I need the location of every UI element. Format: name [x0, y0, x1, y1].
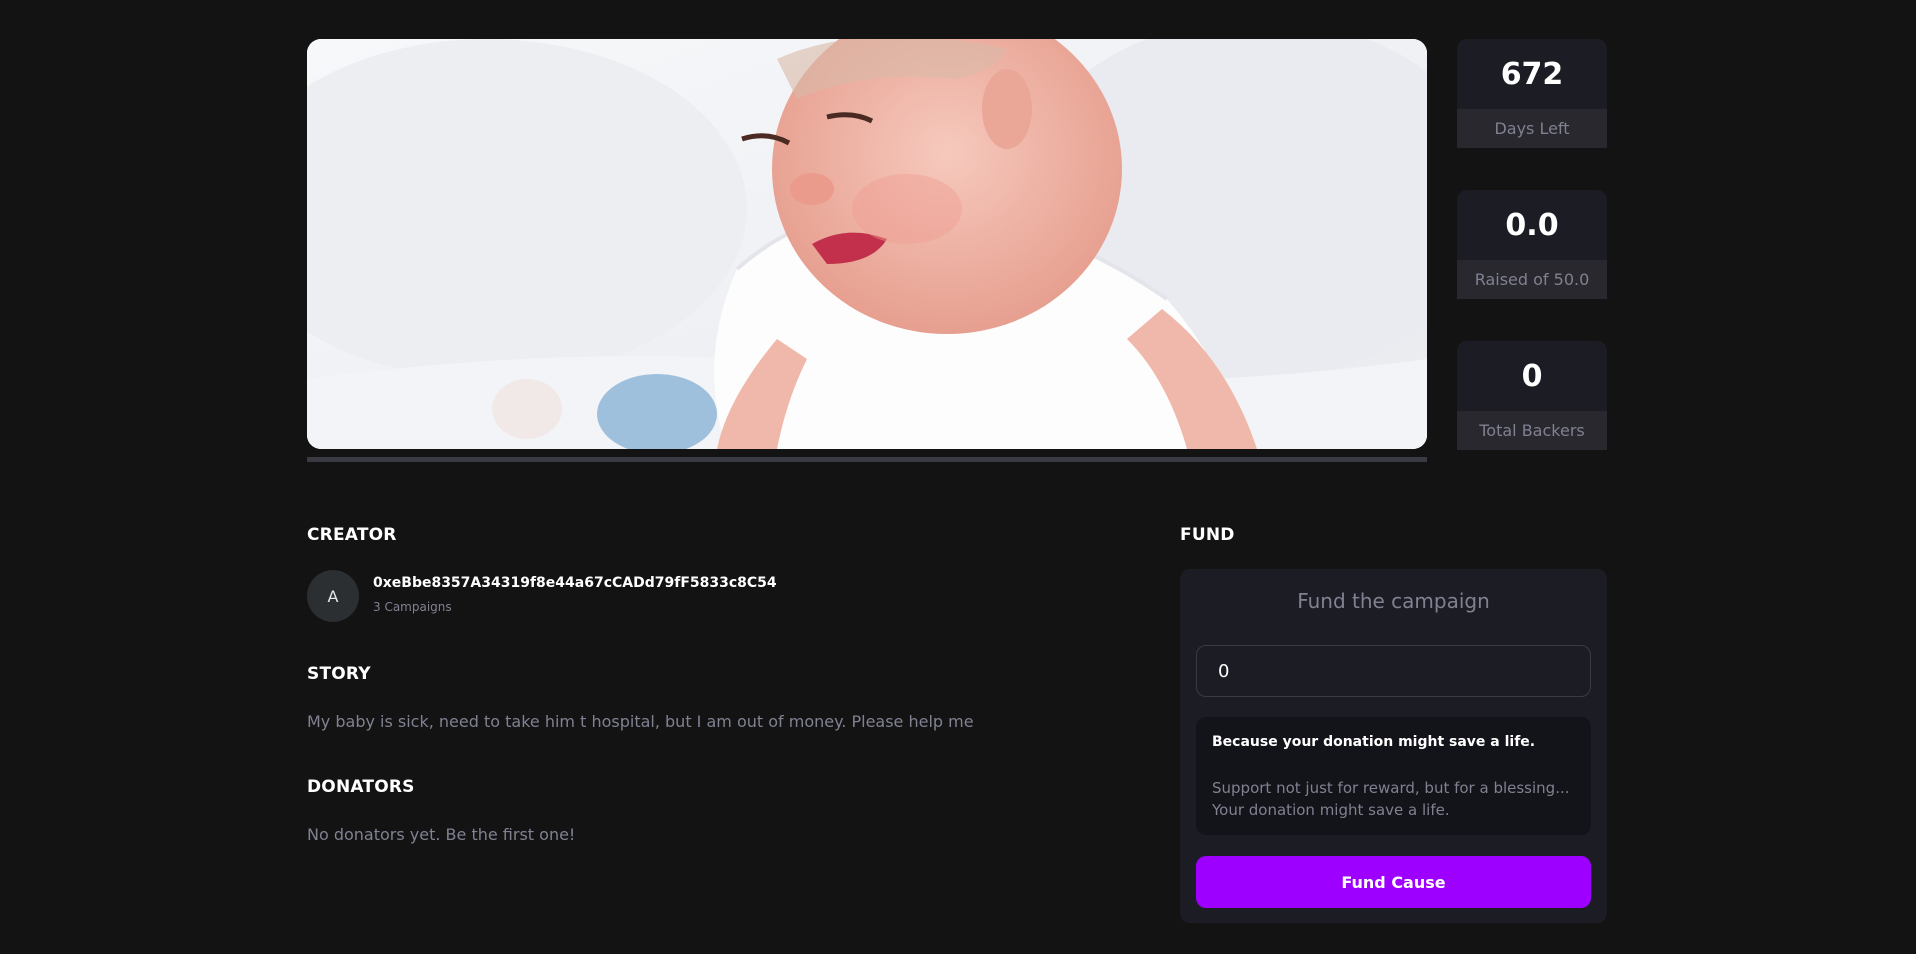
stat-raised: 0.0 Raised of 50.0	[1457, 190, 1607, 299]
story-heading: STORY	[307, 664, 371, 684]
creator-campaign-count: 3 Campaigns	[373, 600, 452, 614]
story-text: My baby is sick, need to take him t hosp…	[307, 712, 974, 731]
stat-value: 0	[1521, 358, 1543, 394]
stat-days-left: 672 Days Left	[1457, 39, 1607, 148]
campaign-details-page: 672 Days Left 0.0 Raised of 50.0 0 Total…	[0, 0, 1916, 954]
stat-value: 0.0	[1505, 207, 1559, 243]
donation-note-text: Support not just for reward, but for a b…	[1212, 779, 1570, 819]
fund-panel-title: Fund the campaign	[1297, 589, 1490, 613]
donators-empty-text: No donators yet. Be the first one!	[307, 825, 576, 844]
fund-cause-button[interactable]: Fund Cause	[1196, 856, 1591, 908]
stat-label: Raised of 50.0	[1457, 260, 1607, 299]
funding-progress-bar	[307, 457, 1427, 462]
creator-avatar: A	[307, 570, 359, 622]
donation-note-box: Because your donation might save a life.…	[1196, 717, 1591, 835]
fund-panel: Fund the campaign Because your donation …	[1180, 569, 1607, 923]
creator-heading: CREATOR	[307, 525, 397, 545]
stat-label: Days Left	[1457, 109, 1607, 148]
stat-value: 672	[1500, 56, 1564, 92]
fund-amount-input[interactable]	[1196, 645, 1591, 697]
creator-address: 0xeBbe8357A34319f8e44a67cCADd79fF5833c8C…	[373, 575, 777, 591]
stat-label: Total Backers	[1457, 411, 1607, 450]
donation-note-title: Because your donation might save a life.	[1212, 734, 1536, 750]
campaign-image	[307, 39, 1427, 449]
stat-total-backers: 0 Total Backers	[1457, 341, 1607, 450]
donators-heading: DONATORS	[307, 777, 415, 797]
baby-photo-illustration	[307, 39, 1427, 449]
fund-heading: FUND	[1180, 525, 1235, 545]
